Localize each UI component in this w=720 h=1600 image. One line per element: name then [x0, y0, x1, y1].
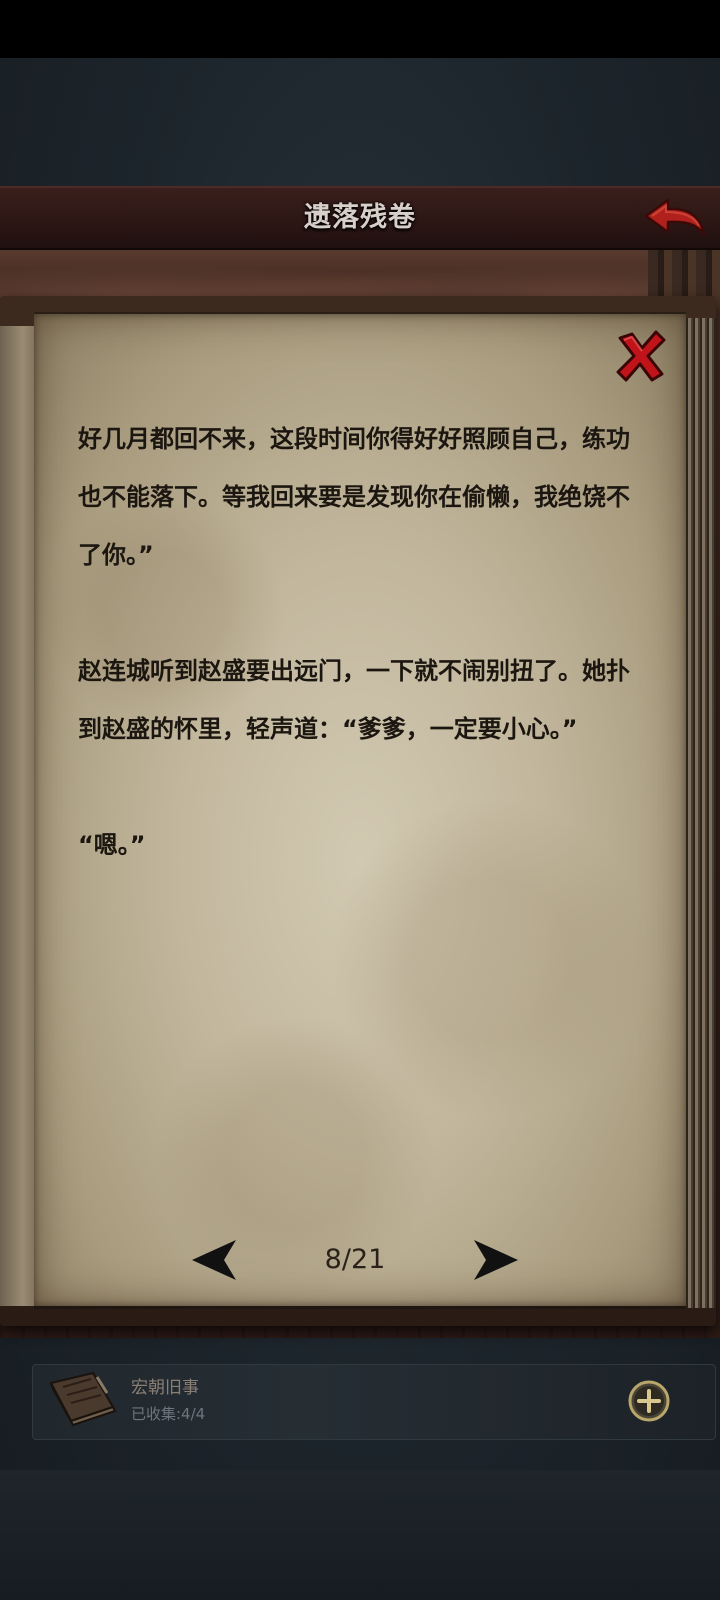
- page-title: 遗落残卷: [304, 202, 416, 233]
- next-page-button[interactable]: [472, 1238, 520, 1282]
- story-paragraph: 好几月都回不来，这段时间你得好好照顾自己，练功也不能落下。等我回来要是发现你在偷…: [78, 425, 630, 569]
- back-arrow-icon: [644, 198, 706, 236]
- collection-item[interactable]: 宏朝旧事 已收集:4/4: [32, 1364, 716, 1440]
- wood-carving: [0, 248, 720, 298]
- add-button[interactable]: [627, 1379, 671, 1423]
- back-button[interactable]: [642, 194, 708, 242]
- book-icon: [43, 1367, 119, 1437]
- title-bar: 遗落残卷: [0, 186, 720, 250]
- close-x-icon: [616, 330, 666, 382]
- page-navigation: 8/21: [190, 1232, 520, 1288]
- collection-title: 宏朝旧事: [131, 1378, 199, 1398]
- prev-page-button[interactable]: [190, 1238, 238, 1282]
- story-paragraph: “嗯。”: [78, 831, 146, 859]
- collection-count: 已收集:4/4: [131, 1405, 206, 1423]
- status-bar-area: [0, 0, 720, 58]
- page-indicator: 8/21: [324, 1244, 386, 1275]
- plus-circle-icon: [628, 1380, 670, 1422]
- story-text: 好几月都回不来，这段时间你得好好照顾自己，练功也不能落下。等我回来要是发现你在偷…: [78, 410, 638, 874]
- book-page-edges: [684, 318, 716, 1308]
- bottom-background: [0, 1470, 720, 1600]
- triangle-right-icon: [474, 1240, 518, 1280]
- screen: 遗落残卷 好几月都回不来，这段时间你得好好照顾自己，练功也不能落下。等我回来要是…: [0, 0, 720, 1600]
- triangle-left-icon: [192, 1240, 236, 1280]
- story-paragraph: 赵连城听到赵盛要出远门，一下就不闹别扭了。她扑到赵盛的怀里，轻声道：“爹爹，一定…: [78, 657, 630, 743]
- close-button[interactable]: [612, 328, 668, 384]
